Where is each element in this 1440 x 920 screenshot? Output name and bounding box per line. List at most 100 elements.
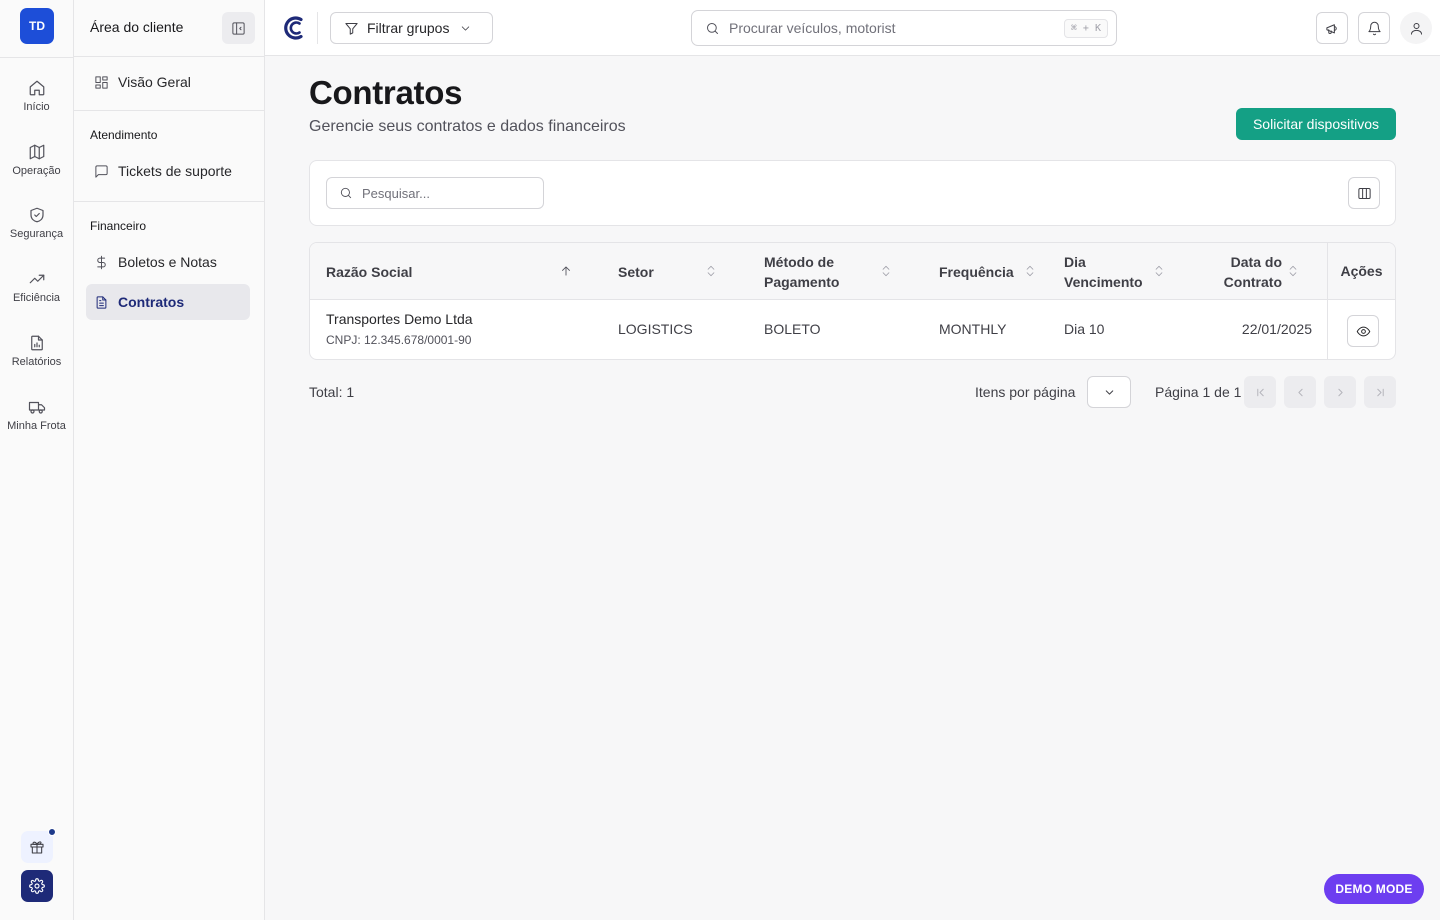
sidebar-section-service: Atendimento xyxy=(90,128,158,142)
table-toolbar xyxy=(309,160,1396,226)
global-search-input[interactable] xyxy=(729,20,1039,36)
last-page-button[interactable] xyxy=(1364,376,1396,408)
first-page-button[interactable] xyxy=(1244,376,1276,408)
columns-toggle-button[interactable] xyxy=(1348,177,1380,209)
sidebar-divider xyxy=(74,56,264,57)
rail-item-relatorios[interactable]: Relatórios xyxy=(0,334,73,386)
shield-check-icon xyxy=(29,207,44,223)
bell-icon xyxy=(1367,21,1381,35)
columns-icon xyxy=(1357,187,1371,199)
sort-toggle-icon xyxy=(707,265,715,277)
search-icon xyxy=(707,22,718,34)
column-header-company[interactable]: Razão Social xyxy=(326,243,586,300)
notifications-button[interactable] xyxy=(1358,12,1390,44)
notification-dot xyxy=(48,828,56,836)
column-header-label: Método de xyxy=(764,253,834,270)
sidebar-item-label: Boletos e Notas xyxy=(118,254,217,270)
rail-item-inicio[interactable]: Início xyxy=(0,79,73,131)
gift-button[interactable] xyxy=(21,828,56,863)
rail-item-label: Relatórios xyxy=(11,356,62,368)
sort-toggle-icon xyxy=(1289,265,1297,277)
table-header: Razão Social Setor Método de Pagamento Fr… xyxy=(310,243,1395,300)
page-info: Página 1 de 1 xyxy=(1155,384,1242,400)
app-rail: TD Início Operação Segurança Eficiência … xyxy=(0,0,74,920)
cell-cnpj: CNPJ: 12.345.678/0001-90 xyxy=(326,333,472,347)
brand-logo-icon[interactable] xyxy=(281,14,307,42)
column-header-label: Data do xyxy=(1230,253,1282,270)
column-header-label-group: Dia Vencimento xyxy=(1064,252,1143,292)
sidebar-item-billing[interactable]: Boletos e Notas xyxy=(86,244,250,280)
sidebar-item-contracts[interactable]: Contratos xyxy=(86,284,250,320)
file-text-icon xyxy=(96,295,107,309)
column-header-label: Razão Social xyxy=(326,263,413,280)
column-header-contract-date[interactable]: Data do Contrato xyxy=(1200,243,1310,300)
chevron-left-icon xyxy=(1297,388,1303,396)
truck-icon xyxy=(28,401,45,414)
rail-item-eficiencia[interactable]: Eficiência xyxy=(0,270,73,322)
map-icon xyxy=(29,144,44,160)
column-header-label: Vencimento xyxy=(1064,273,1143,290)
cell-due-day: Dia 10 xyxy=(1064,321,1105,337)
user-avatar[interactable]: TD xyxy=(20,8,54,44)
message-square-icon xyxy=(95,164,108,178)
items-per-page-select[interactable] xyxy=(1087,376,1131,408)
rail-item-minha-frota[interactable]: Minha Frota xyxy=(0,398,73,450)
search-icon xyxy=(340,187,352,199)
next-page-button[interactable] xyxy=(1324,376,1356,408)
column-header-due-day[interactable]: Dia Vencimento xyxy=(1064,243,1184,300)
sidebar-divider xyxy=(74,201,264,202)
gift-icon xyxy=(30,841,44,854)
sidebar-item-overview[interactable]: Visão Geral xyxy=(86,64,250,100)
sidebar-item-label: Visão Geral xyxy=(118,74,191,90)
global-search: ⌘ + K xyxy=(691,10,1117,46)
cell-company: Transportes Demo Ltda xyxy=(326,311,473,327)
sidebar-item-tickets[interactable]: Tickets de suporte xyxy=(86,153,250,189)
sidebar-item-label: Contratos xyxy=(118,294,185,310)
rail-item-label: Minha Frota xyxy=(7,420,66,432)
items-per-page-label: Itens por página xyxy=(975,384,1076,400)
sort-ascending-icon xyxy=(562,266,570,276)
column-header-label: Contrato xyxy=(1223,273,1282,290)
chevrons-right-icon xyxy=(1376,388,1384,396)
column-header-frequency[interactable]: Frequência xyxy=(939,243,1049,300)
user-menu-button[interactable] xyxy=(1400,12,1432,44)
table-search xyxy=(326,177,544,209)
sidebar-title: Área do cliente xyxy=(90,19,184,35)
view-contract-button[interactable] xyxy=(1347,315,1379,347)
column-header-label: Pagamento xyxy=(764,273,840,290)
sidebar-item-label: Tickets de suporte xyxy=(118,163,232,179)
top-bar: Filtrar grupos ⌘ + K xyxy=(265,0,1440,56)
page-subtitle: Gerencie seus contratos e dados financei… xyxy=(309,118,626,135)
column-header-actions: Ações xyxy=(1328,243,1395,300)
rail-item-label: Segurança xyxy=(9,228,64,240)
chevron-down-icon xyxy=(462,25,470,31)
page-title: Contratos xyxy=(309,74,463,111)
rail-item-seguranca[interactable]: Segurança xyxy=(0,206,73,258)
home-icon xyxy=(29,80,44,96)
column-header-payment[interactable]: Método de Pagamento xyxy=(764,243,904,300)
collapse-sidebar-button[interactable] xyxy=(222,12,255,44)
topbar-divider xyxy=(317,12,318,44)
sort-toggle-icon xyxy=(1155,265,1163,277)
column-header-label: Dia xyxy=(1064,253,1086,270)
user-icon xyxy=(1410,22,1422,35)
column-header-label-group: Data do Contrato xyxy=(1224,252,1282,292)
client-area-sidebar: Área do cliente Visão Geral Atendimento … xyxy=(74,0,265,920)
filter-groups-button[interactable]: Filtrar grupos xyxy=(330,12,493,44)
filter-icon xyxy=(345,22,358,35)
sort-toggle-icon xyxy=(882,265,890,277)
rail-item-operacao[interactable]: Operação xyxy=(0,143,73,195)
table-search-input[interactable] xyxy=(362,185,532,201)
announcements-button[interactable] xyxy=(1316,12,1348,44)
column-header-label-group: Método de Pagamento xyxy=(764,252,839,292)
rail-item-label: Operação xyxy=(12,165,61,177)
cell-sector: LOGISTICS xyxy=(618,321,693,337)
dollar-icon xyxy=(97,255,106,269)
column-header-label: Frequência xyxy=(939,263,1014,280)
panel-collapse-icon xyxy=(232,21,245,35)
request-devices-button[interactable]: Solicitar dispositivos xyxy=(1236,108,1396,140)
previous-page-button[interactable] xyxy=(1284,376,1316,408)
column-header-sector[interactable]: Setor xyxy=(618,243,728,300)
settings-button[interactable] xyxy=(21,870,53,902)
rail-item-label: Início xyxy=(23,101,50,113)
